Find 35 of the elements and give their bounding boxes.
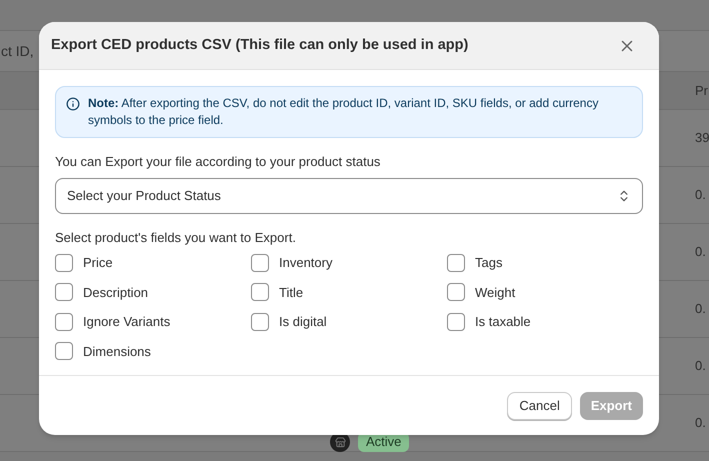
checkbox[interactable] — [55, 342, 73, 360]
checkbox[interactable] — [55, 283, 73, 302]
checkbox[interactable] — [55, 254, 73, 272]
dialog-title: Export CED products CSV (This file can only be used in app) — [51, 36, 468, 55]
checkbox-label: Tags — [475, 254, 502, 272]
checkbox-label: Price — [83, 254, 113, 272]
checkbox-label: Description — [83, 284, 148, 302]
table-cell-text: 0. — [695, 243, 707, 262]
table-cell-text: 39 — [695, 129, 707, 148]
note-text: Note: After exporting the CSV, do not edit the product ID, variant ID, SKU fields, or add currency symbols to the price field. — [88, 95, 600, 129]
status-label: You can Export your file according to your product status — [55, 153, 382, 171]
checkbox[interactable] — [55, 312, 73, 331]
checkbox[interactable] — [251, 254, 269, 272]
checkbox-label: Is digital — [279, 313, 327, 331]
status-select[interactable]: Select your Product Status — [55, 178, 643, 214]
checkbox-label: Weight — [475, 284, 516, 302]
cancel-button[interactable]: Cancel — [507, 392, 572, 420]
checkbox-label: Inventory — [279, 254, 332, 272]
checkbox-label: Dimensions — [83, 342, 151, 360]
table-cell-text: 0. — [695, 186, 707, 204]
filter-text: ct ID, — [1, 42, 34, 60]
checkbox-label: Ignore Variants — [83, 313, 170, 331]
checkbox[interactable] — [447, 283, 465, 302]
info-icon — [66, 97, 80, 111]
checkbox-label: Is taxable — [475, 313, 531, 331]
checkbox-label: Title — [279, 284, 304, 302]
table-cell-text: 0. — [695, 357, 707, 376]
checkbox[interactable] — [251, 283, 269, 302]
checkbox[interactable] — [251, 312, 269, 331]
table-cell-text: 0. — [695, 414, 707, 432]
checkbox[interactable] — [447, 312, 465, 331]
column-header: Pr — [695, 82, 707, 100]
table-cell-text: 0. — [695, 300, 707, 318]
fields-label: Select product's fields you want to Export. — [55, 228, 297, 247]
checkbox[interactable] — [447, 254, 465, 272]
